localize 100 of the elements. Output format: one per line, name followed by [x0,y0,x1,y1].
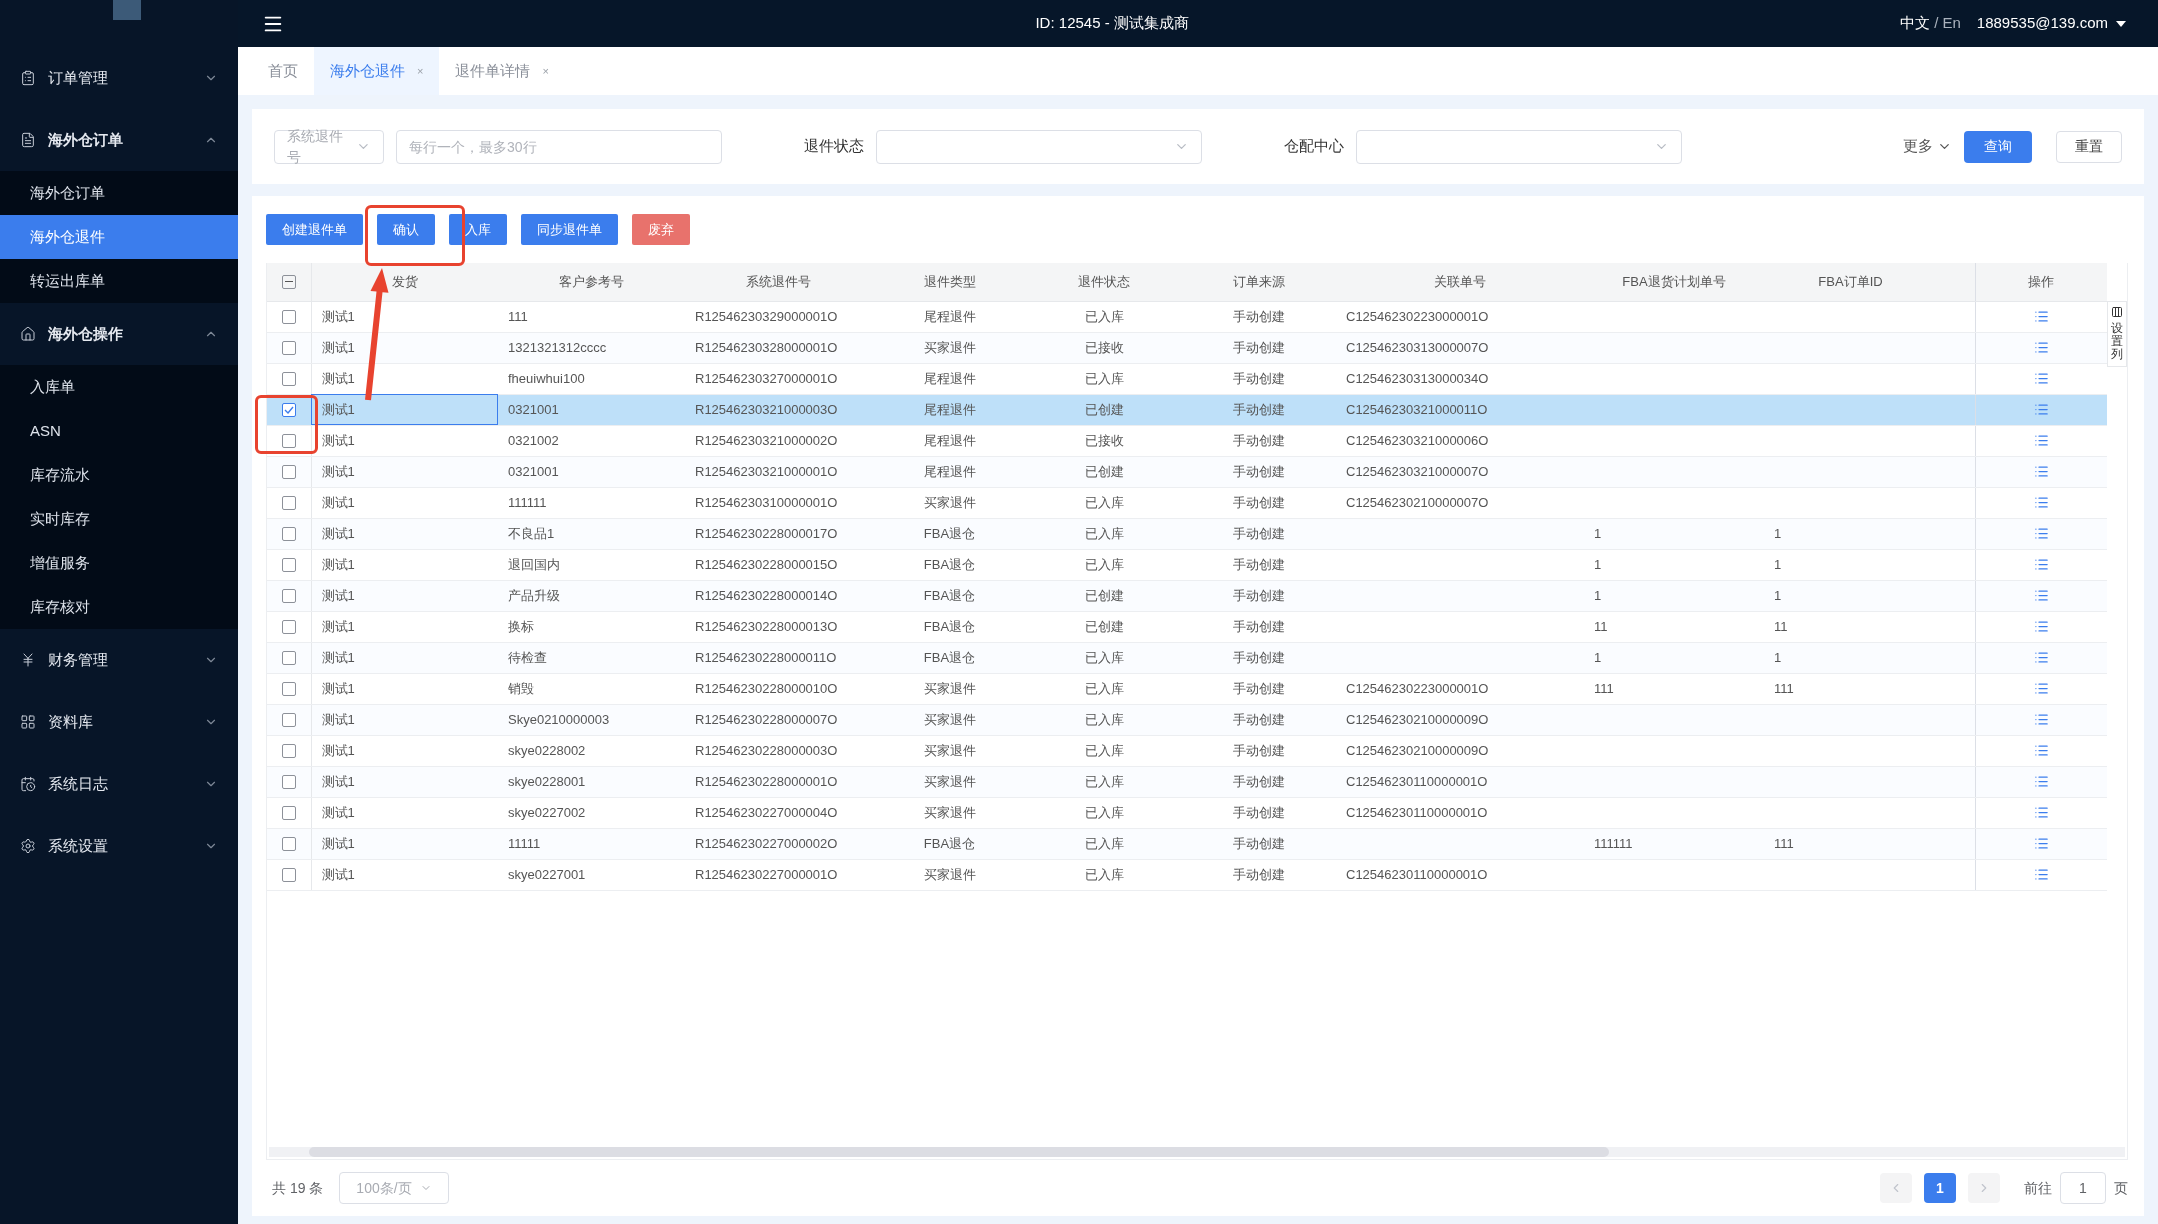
table-cell: 已创建 [1084,618,1124,634]
detail-icon[interactable] [2033,681,2049,696]
sidebar-group[interactable]: 海外仓订单 [0,109,238,171]
query-button[interactable]: 查询 [1964,130,2032,163]
tab[interactable]: 海外仓退件 × [314,47,440,95]
table-row[interactable]: 测试1 111 R12546230329000001O 尾程退件 已入库 手动创建 C12546230223000001O [267,301,2107,332]
detail-icon[interactable] [2033,743,2049,758]
table-row[interactable]: 测试1 skye0227002 R12546230227000004O 买家退件 已入库 手动创建 C12546230110000001O [267,797,2107,828]
row-checkbox[interactable] [281,402,296,417]
more-toggle[interactable]: 更多 [1903,135,1952,158]
table-row[interactable]: 测试1 11111 R12546230227000002O FBA退仓 已入库 手动创建 111111 111 [267,828,2107,859]
table-row[interactable]: 测试1 skye0228001 R12546230228000001O 买家退件 已入库 手动创建 C12546230110000001O [267,766,2107,797]
table-row[interactable]: 测试1 产品升级 R12546230228000014O FBA退仓 已创建 手动创建 1 1 [267,580,2107,611]
table-row[interactable]: 测试1 Skye0210000003 R12546230228000007O 买家退件 已入库 手动创建 C12546230210000009O [267,704,2107,735]
table-row[interactable]: 测试1 fheuiwhui100 R12546230327000001O 尾程退件 已入库 手动创建 C12546230313000034O [267,363,2107,394]
row-checkbox[interactable] [281,340,296,355]
sidebar-item[interactable]: 海外仓订单 [0,171,238,215]
table-row[interactable]: 测试1 销毁 R12546230228000010O 买家退件 已入库 手动创建 C12546230223000001O 111 111 [267,673,2107,704]
sidebar-group[interactable]: 财务管理 [0,629,238,691]
sidebar-group[interactable]: 资料库 [0,691,238,753]
sidebar-group[interactable]: 海外仓操作 [0,303,238,365]
table-cell: 0321002 [508,432,559,448]
search-field[interactable]: 每行一个，最多30行 [396,129,722,164]
row-checkbox[interactable] [281,464,296,479]
sidebar-item[interactable]: 增值服务 [0,541,238,585]
detail-icon[interactable] [2033,309,2049,324]
table-row[interactable]: 测试1 0321001 R12546230321000001O 尾程退件 已创建 手动创建 C12546230321000007O [267,456,2107,487]
language-option[interactable]: En [1942,12,1961,35]
toolbar-button[interactable]: 同步退件单 [521,214,618,245]
table-row[interactable]: 测试1 skye0228002 R12546230228000003O 买家退件 已入库 手动创建 C12546230210000009O [267,735,2107,766]
table-row[interactable]: 测试1 换标 R12546230228000013O FBA退仓 已创建 手动创建 11 11 [267,611,2107,642]
row-checkbox[interactable] [281,371,296,386]
detail-icon[interactable] [2033,526,2049,541]
detail-icon[interactable] [2033,619,2049,634]
column-settings-strip[interactable]: 设置列 [2107,301,2127,367]
row-checkbox[interactable] [281,309,296,324]
toolbar-button[interactable]: 确认 [377,214,435,245]
sidebar-group[interactable]: 系统日志 [0,753,238,815]
sidebar-item[interactable]: 海外仓退件 [0,215,238,259]
column-header: 关联单号 [1434,274,1486,289]
detail-icon[interactable] [2033,433,2049,448]
row-checkbox[interactable] [281,650,296,665]
table-cell: 已接收 [1084,432,1124,448]
table-cell: C12546230110000001O [1346,804,1488,820]
sidebar-item[interactable]: 入库单 [0,365,238,409]
table-row[interactable]: 测试1 1321321312cccc R12546230328000001O 买家退件 已接收 手动创建 C12546230313000007O [267,332,2107,363]
sidebar-group[interactable]: 系统设置 [0,815,238,877]
sidebar-item[interactable]: 实时库存 [0,497,238,541]
sidebar-item[interactable]: 转运出库单 [0,259,238,303]
row-checkbox[interactable] [281,495,296,510]
reset-button[interactable]: 重置 [2056,130,2122,163]
row-checkbox[interactable] [281,712,296,727]
column-header: 退件状态 [1078,274,1130,289]
detail-icon[interactable] [2033,464,2049,479]
table-row[interactable]: 测试1 111111 R12546230310000001O 买家退件 已入库 手动创建 C12546230210000007O [267,487,2107,518]
table-row[interactable]: 测试1 退回国内 R12546230228000015O FBA退仓 已入库 手动创建 1 1 [267,549,2107,580]
header-checkbox[interactable] [281,274,296,289]
toolbar-button[interactable]: 创建退件单 [266,214,363,245]
detail-icon[interactable] [2033,805,2049,820]
detail-icon[interactable] [2033,774,2049,789]
horizontal-scrollbar[interactable] [269,1147,2125,1157]
row-checkbox[interactable] [281,743,296,758]
detail-icon[interactable] [2033,402,2049,417]
sidebar-group-label: 资料库 [48,711,94,732]
detail-icon[interactable] [2033,495,2049,510]
table-row[interactable]: 测试1 不良品1 R12546230228000017O FBA退仓 已入库 手动创建 1 1 [267,518,2107,549]
goto-page-field[interactable]: 1 [2060,1172,2106,1204]
row-checkbox[interactable] [281,836,296,851]
table-cell: 手动创建 [1232,742,1285,758]
page-button[interactable]: 1 [1924,1173,1956,1203]
detail-icon[interactable] [2033,557,2049,572]
table-row[interactable]: 测试1 0321002 R12546230321000002O 尾程退件 已接收 手动创建 C12546230321000006O [267,425,2107,456]
row-checkbox[interactable] [281,433,296,448]
row-checkbox[interactable] [281,774,296,789]
toolbar-button[interactable]: 入库 [449,214,507,245]
row-checkbox[interactable] [281,557,296,572]
row-checkbox[interactable] [281,588,296,603]
row-checkbox[interactable] [281,681,296,696]
table-row[interactable]: 测试1 skye0227001 R12546230227000001O 买家退件 已入库 手动创建 C12546230110000001O [267,859,2107,890]
sidebar-group[interactable]: 订单管理 [0,47,238,109]
detail-icon[interactable] [2033,650,2049,665]
detail-icon[interactable] [2033,712,2049,727]
sidebar-item[interactable]: ASN [0,409,238,453]
table-row[interactable]: 测试1 待检查 R12546230228000011O FBA退仓 已入库 手动创建 1 1 [267,642,2107,673]
row-checkbox[interactable] [281,526,296,541]
row-checkbox[interactable] [281,867,296,882]
detail-icon[interactable] [2033,588,2049,603]
table-row[interactable]: 测试1 0321001 R12546230321000003O 尾程退件 已创建 手动创建 C12546230321000011O [267,394,2107,425]
language-option[interactable]: 中文 [1900,12,1931,35]
user-menu[interactable]: 1889535@139.com [1976,12,2126,35]
row-checkbox[interactable] [281,805,296,820]
detail-icon[interactable] [2033,836,2049,851]
sidebar-item[interactable]: 库存流水 [0,453,238,497]
sidebar-item[interactable]: 库存核对 [0,585,238,629]
row-checkbox[interactable] [281,619,296,634]
table-cell: R12546230228000007O [695,711,838,727]
detail-icon[interactable] [2033,371,2049,386]
detail-icon[interactable] [2033,340,2049,355]
detail-icon[interactable] [2033,867,2049,882]
table-cell: C12546230321000006O [1346,432,1489,448]
